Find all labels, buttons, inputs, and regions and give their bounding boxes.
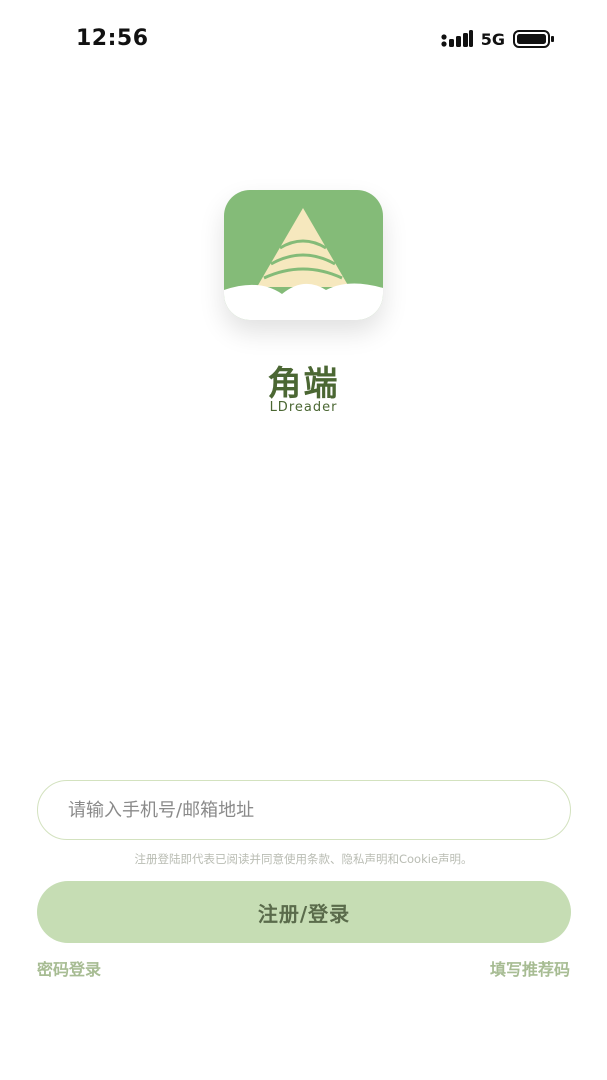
app-name: 角端	[267, 364, 340, 404]
status-bar: 12:56 5G	[0, 0, 607, 80]
battery-icon	[513, 30, 554, 48]
register-login-button[interactable]: 注册/登录	[37, 881, 571, 943]
phone-email-input[interactable]	[37, 780, 571, 840]
password-login-link[interactable]: 密码登录	[37, 956, 101, 980]
status-time: 12:56	[76, 26, 149, 51]
status-indicators: 5G	[441, 29, 555, 49]
signal-icon	[441, 30, 473, 47]
network-type-label: 5G	[480, 29, 505, 49]
agreement-text: 注册登陆即代表已阅读并同意使用条款、隐私声明和Cookie声明。	[134, 852, 473, 866]
app-logo-icon	[224, 190, 383, 320]
app-subtitle: LDreader	[269, 400, 338, 415]
referral-code-link[interactable]: 填写推荐码	[490, 956, 570, 980]
